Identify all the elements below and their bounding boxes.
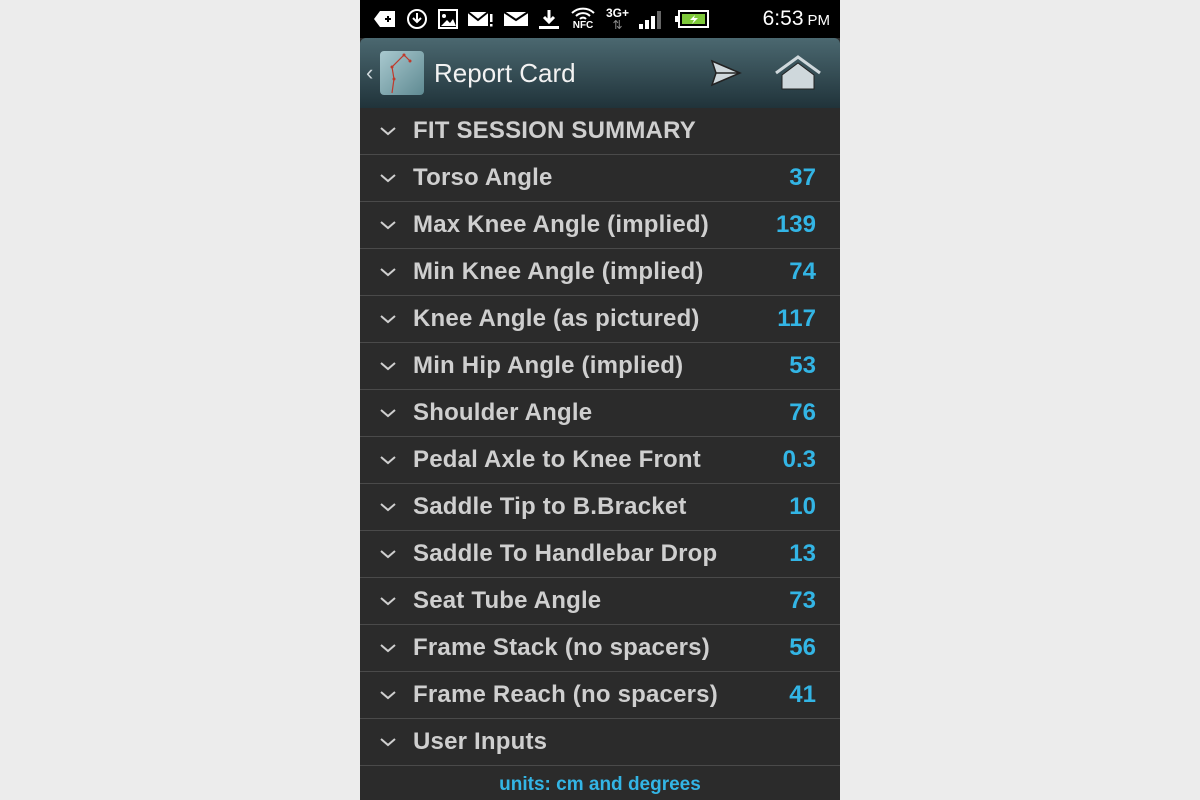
item-label: Min Knee Angle (implied) bbox=[413, 258, 704, 285]
chevron-down-icon bbox=[378, 361, 398, 371]
item-label: Frame Reach (no spacers) bbox=[413, 681, 718, 708]
page-title: Report Card bbox=[434, 57, 576, 88]
chevron-down-icon bbox=[378, 737, 398, 747]
report-list: FIT SESSION SUMMARY Torso Angle 37 Max Kn… bbox=[360, 108, 840, 766]
list-item[interactable]: Frame Stack (no spacers) 56 bbox=[360, 625, 840, 672]
mail-alert-icon bbox=[468, 10, 494, 28]
item-label: Min Hip Angle (implied) bbox=[413, 352, 684, 379]
list-item[interactable]: Max Knee Angle (implied) 139 bbox=[360, 202, 840, 249]
item-label: Seat Tube Angle bbox=[413, 587, 602, 614]
home-icon bbox=[775, 55, 821, 90]
item-value: 117 bbox=[777, 305, 816, 332]
battery-charging-icon bbox=[675, 10, 710, 28]
chevron-down-icon bbox=[378, 173, 398, 183]
chevron-down-icon bbox=[378, 455, 398, 465]
chevron-down-icon bbox=[378, 126, 398, 136]
item-value: 73 bbox=[789, 587, 816, 614]
units-note: units: cm and degrees bbox=[499, 774, 701, 795]
section-header-fit-session-summary[interactable]: FIT SESSION SUMMARY bbox=[360, 108, 840, 155]
wifi-nfc-icon: NFC bbox=[570, 7, 596, 31]
list-item[interactable]: Saddle Tip to B.Bracket 10 bbox=[360, 484, 840, 531]
list-item[interactable]: Saddle To Handlebar Drop 13 bbox=[360, 531, 840, 578]
item-label: Saddle Tip to B.Bracket bbox=[413, 493, 687, 520]
list-item[interactable]: Shoulder Angle 76 bbox=[360, 390, 840, 437]
chevron-down-icon bbox=[378, 267, 398, 277]
list-item[interactable]: Min Knee Angle (implied) 74 bbox=[360, 249, 840, 296]
list-item[interactable]: Min Hip Angle (implied) 53 bbox=[360, 343, 840, 390]
item-label: Saddle To Handlebar Drop bbox=[413, 540, 718, 567]
section-title: User Inputs bbox=[413, 728, 548, 755]
item-value: 41 bbox=[789, 681, 816, 708]
item-value: 76 bbox=[789, 399, 816, 426]
chevron-down-icon bbox=[378, 220, 398, 230]
chevron-down-icon bbox=[378, 690, 398, 700]
list-item[interactable]: Pedal Axle to Knee Front 0.3 bbox=[360, 437, 840, 484]
action-bar: ‹ Report Card bbox=[360, 38, 840, 108]
status-bar: NFC 3G+ ⇅ 6:53 PM bbox=[360, 0, 840, 38]
list-item[interactable]: Knee Angle (as pictured) 117 bbox=[360, 296, 840, 343]
home-button[interactable] bbox=[768, 43, 828, 103]
item-value: 139 bbox=[775, 211, 816, 238]
up-navigation-icon[interactable]: ‹ bbox=[366, 60, 378, 86]
item-value: 10 bbox=[789, 493, 816, 520]
list-item[interactable]: Seat Tube Angle 73 bbox=[360, 578, 840, 625]
item-value: 37 bbox=[789, 164, 816, 191]
item-value: 0.3 bbox=[782, 446, 816, 473]
send-icon bbox=[710, 59, 742, 87]
download-icon bbox=[538, 8, 560, 30]
chevron-down-icon bbox=[378, 502, 398, 512]
chevron-down-icon bbox=[378, 643, 398, 653]
clock: 6:53 PM bbox=[762, 7, 830, 30]
item-value: 53 bbox=[789, 352, 816, 379]
item-label: Torso Angle bbox=[413, 164, 553, 191]
app-logo-icon[interactable] bbox=[380, 51, 424, 95]
section-header-user-inputs[interactable]: User Inputs bbox=[360, 719, 840, 766]
gallery-icon bbox=[438, 9, 458, 29]
item-label: Max Knee Angle (implied) bbox=[413, 211, 709, 238]
list-item[interactable]: Frame Reach (no spacers) 41 bbox=[360, 672, 840, 719]
3g-plus-data-icon: 3G+ ⇅ bbox=[606, 6, 630, 32]
chevron-down-icon bbox=[378, 549, 398, 559]
item-value: 56 bbox=[789, 634, 816, 661]
item-label: Frame Stack (no spacers) bbox=[413, 634, 710, 661]
chevron-down-icon bbox=[378, 408, 398, 418]
section-title: FIT SESSION SUMMARY bbox=[413, 117, 696, 144]
item-label: Pedal Axle to Knee Front bbox=[413, 446, 701, 473]
list-item[interactable]: Torso Angle 37 bbox=[360, 155, 840, 202]
item-label: Knee Angle (as pictured) bbox=[413, 305, 700, 332]
mail-icon bbox=[504, 10, 528, 28]
item-value: 74 bbox=[789, 258, 816, 285]
chevron-down-icon bbox=[378, 314, 398, 324]
send-button[interactable] bbox=[696, 43, 756, 103]
signal-icon bbox=[639, 9, 665, 29]
item-value: 13 bbox=[789, 540, 816, 567]
phone-screen: NFC 3G+ ⇅ 6:53 PM ‹ Report Card FIT SESS… bbox=[360, 0, 840, 800]
item-label: Shoulder Angle bbox=[413, 399, 593, 426]
back-notification-icon bbox=[374, 10, 396, 28]
download-sync-icon bbox=[406, 8, 428, 30]
chevron-down-icon bbox=[378, 596, 398, 606]
